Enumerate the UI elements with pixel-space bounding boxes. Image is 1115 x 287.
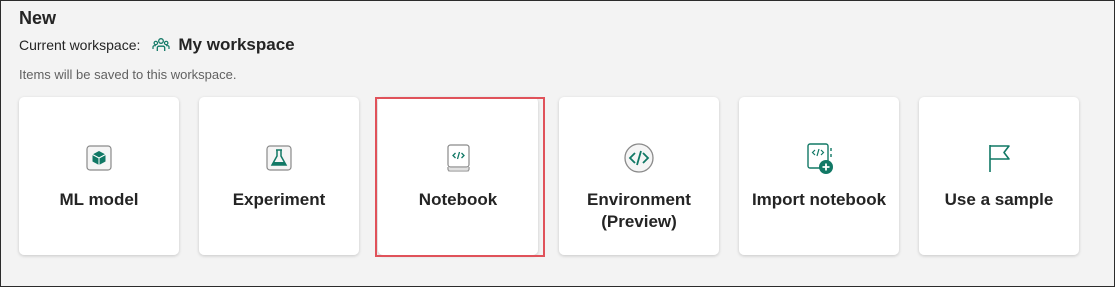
card-label: Experiment [232,190,326,209]
flask-icon [261,140,297,176]
card-label: Notebook [418,190,498,209]
card-experiment[interactable]: Experiment [199,97,359,255]
card-label-line1: Environment [587,190,691,209]
card-import-notebook[interactable]: Import notebook [739,97,899,255]
card-label-line2: (Preview) [601,212,677,231]
code-circle-icon [621,140,657,176]
card-label: Import notebook [751,190,887,209]
card-use-sample[interactable]: Use a sample [919,97,1079,255]
card-label: ML model [59,190,139,209]
workspace-row: Current workspace: My workspace [19,35,295,55]
card-ml-model[interactable]: ML model [19,97,179,255]
flag-icon [981,140,1017,176]
workspace-name[interactable]: My workspace [178,35,294,55]
workspace-label: Current workspace: [19,37,141,53]
import-notebook-icon [801,140,837,176]
card-environment[interactable]: Environment (Preview) [559,97,719,255]
card-label: Use a sample [944,190,1054,209]
people-icon [152,36,170,54]
card-notebook[interactable]: Notebook [378,97,538,255]
card-label-multiline: Environment (Preview) [559,189,719,233]
cube-icon [81,140,117,176]
notebook-icon [440,140,476,176]
save-hint: Items will be saved to this workspace. [19,67,237,82]
panel-title: New [19,8,57,28]
